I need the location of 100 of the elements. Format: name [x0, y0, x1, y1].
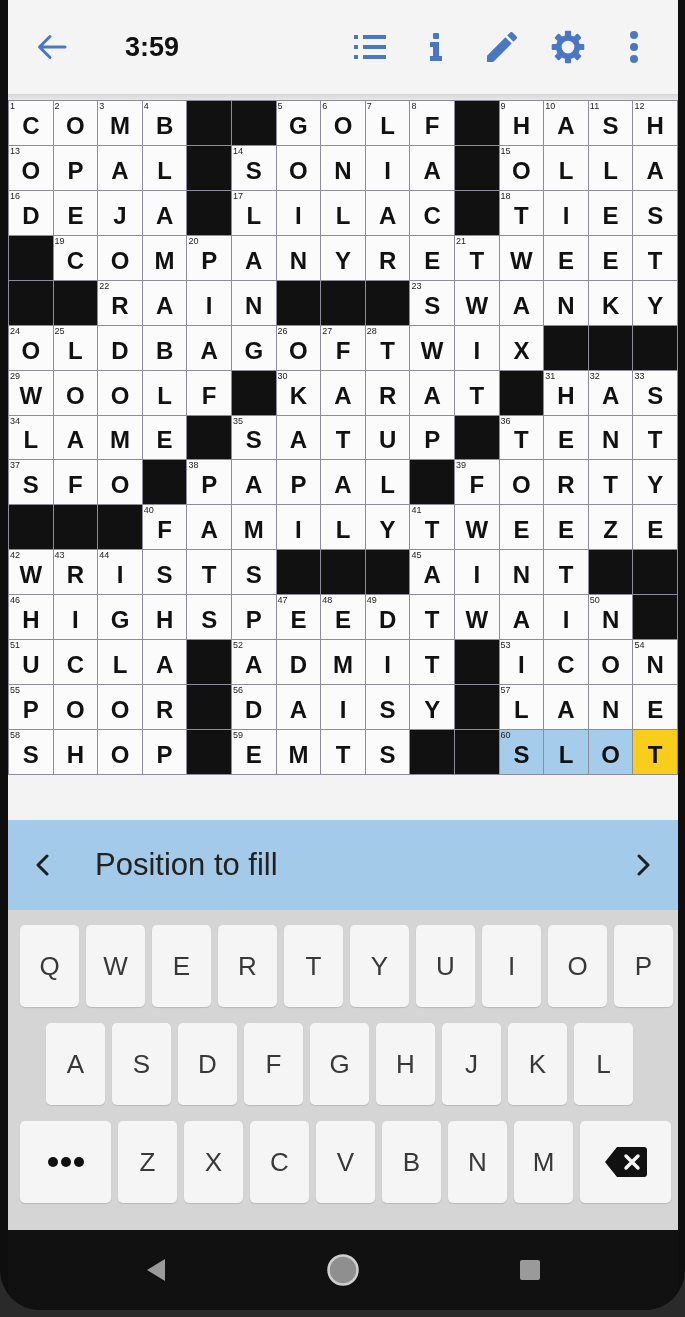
crossword-cell[interactable]: 34 L [9, 415, 53, 460]
letter-key[interactable]: R [218, 925, 277, 1007]
crossword-cell[interactable]: S [232, 550, 276, 595]
crossword-cell[interactable]: T [455, 370, 499, 415]
letter-key[interactable]: G [310, 1023, 369, 1105]
crossword-cell[interactable]: R [544, 460, 588, 505]
crossword-cell[interactable]: A [187, 325, 231, 370]
crossword-cell[interactable]: N [232, 280, 276, 325]
letter-key[interactable]: C [250, 1121, 309, 1203]
crossword-cell[interactable]: 10 A [544, 101, 588, 145]
crossword-cell[interactable]: M [142, 235, 187, 280]
crossword-cell[interactable]: 29 W [9, 370, 53, 415]
crossword-cell[interactable]: E [410, 235, 454, 280]
crossword-cell[interactable]: A [544, 685, 588, 730]
crossword-cell[interactable]: 5 G [276, 101, 321, 145]
crossword-cell[interactable]: W [499, 235, 544, 280]
letter-key[interactable]: B [382, 1121, 441, 1203]
crossword-cell[interactable]: 31 H [544, 370, 588, 415]
crossword-cell[interactable]: T [410, 595, 454, 640]
letter-key[interactable]: T [284, 925, 343, 1007]
crossword-cell[interactable]: 28 T [365, 325, 410, 370]
crossword-cell[interactable]: A [276, 415, 321, 460]
crossword-cell[interactable]: I [276, 505, 321, 550]
crossword-cell[interactable]: 52 A [232, 640, 276, 685]
crossword-cell[interactable]: M [232, 505, 276, 550]
crossword-cell[interactable]: 23 S [410, 280, 454, 325]
crossword-cell[interactable]: 16 D [9, 190, 53, 235]
crossword-cell[interactable]: Y [410, 685, 454, 730]
crossword-cell[interactable]: 13 O [9, 145, 53, 190]
crossword-cell[interactable]: 20 P [187, 235, 231, 280]
letter-key[interactable]: O [548, 925, 607, 1007]
crossword-cell[interactable]: O [588, 640, 633, 685]
crossword-cell[interactable]: 44 I [98, 550, 142, 595]
crossword-cell[interactable]: O [98, 730, 142, 774]
letter-key[interactable]: A [46, 1023, 105, 1105]
crossword-cell[interactable]: I [365, 640, 410, 685]
crossword-cell[interactable]: 11 S [588, 101, 633, 145]
crossword-cell[interactable]: B [142, 325, 187, 370]
crossword-cell[interactable]: I [53, 595, 98, 640]
crossword-cell[interactable]: 55 P [9, 685, 53, 730]
crossword-cell[interactable]: Y [321, 235, 365, 280]
crossword-cell[interactable]: I [276, 190, 321, 235]
crossword-cell[interactable]: A [365, 190, 410, 235]
crossword-cell[interactable]: P [53, 145, 98, 190]
crossword-cell[interactable]: A [142, 280, 187, 325]
crossword-cell[interactable]: N [499, 550, 544, 595]
crossword-cell[interactable]: G [98, 595, 142, 640]
crossword-cell[interactable]: 59 E [232, 730, 276, 774]
crossword-cell[interactable]: A [321, 370, 365, 415]
crossword-cell[interactable]: L [544, 730, 588, 774]
backspace-key[interactable] [580, 1121, 671, 1203]
crossword-cell[interactable]: 40 F [142, 505, 187, 550]
letter-key[interactable]: Y [350, 925, 409, 1007]
crossword-cell[interactable]: N [276, 235, 321, 280]
crossword-cell[interactable]: 50 N [588, 595, 633, 640]
letter-key[interactable]: J [442, 1023, 501, 1105]
crossword-cell[interactable]: P [232, 595, 276, 640]
crossword-cell[interactable]: M [276, 730, 321, 774]
crossword-cell[interactable]: T [588, 460, 633, 505]
crossword-cell[interactable]: 32 A [588, 370, 633, 415]
crossword-cell[interactable]: L [544, 145, 588, 190]
crossword-cell[interactable]: 48 E [321, 595, 365, 640]
crossword-cell[interactable]: 51 U [9, 640, 53, 685]
letter-key[interactable]: P [614, 925, 673, 1007]
crossword-cell[interactable]: 39 F [455, 460, 499, 505]
crossword-cell[interactable]: 4 B [142, 101, 187, 145]
crossword-cell[interactable]: F [187, 370, 231, 415]
crossword-cell[interactable]: 49 D [365, 595, 410, 640]
crossword-cell[interactable]: Y [365, 505, 410, 550]
crossword-cell[interactable]: S [365, 730, 410, 774]
crossword-cell[interactable]: S [633, 190, 677, 235]
crossword-cell[interactable]: 33 S [633, 370, 677, 415]
letter-key[interactable]: V [316, 1121, 375, 1203]
crossword-cell[interactable]: Z [588, 505, 633, 550]
crossword-cell[interactable]: O [53, 685, 98, 730]
letter-key[interactable]: H [376, 1023, 435, 1105]
crossword-cell[interactable]: 54 N [633, 640, 677, 685]
crossword-cell[interactable]: 19 C [53, 235, 98, 280]
letter-key[interactable]: X [184, 1121, 243, 1203]
crossword-cell[interactable]: M [98, 415, 142, 460]
crossword-cell[interactable]: N [588, 685, 633, 730]
crossword-cell[interactable]: N [321, 145, 365, 190]
crossword-cell[interactable]: S [142, 550, 187, 595]
crossword-cell[interactable]: 21 T [455, 235, 499, 280]
crossword-cell[interactable]: W [455, 595, 499, 640]
crossword-cell[interactable]: I [187, 280, 231, 325]
crossword-cell[interactable]: L [365, 460, 410, 505]
crossword-cell[interactable]: 7 L [365, 101, 410, 145]
crossword-cell[interactable]: 46 H [9, 595, 53, 640]
crossword-cell[interactable]: 42 W [9, 550, 53, 595]
crossword-cell[interactable]: Y [633, 460, 677, 505]
crossword-cell[interactable]: 14 S [232, 145, 276, 190]
crossword-cell[interactable]: I [321, 685, 365, 730]
crossword-cell[interactable]: 43 R [53, 550, 98, 595]
crossword-cell[interactable]: W [410, 325, 454, 370]
crossword-cell[interactable]: H [53, 730, 98, 774]
crossword-cell[interactable]: P [276, 460, 321, 505]
letter-key[interactable]: N [448, 1121, 507, 1203]
crossword-cell[interactable]: 38 P [187, 460, 231, 505]
letter-key[interactable]: L [574, 1023, 633, 1105]
